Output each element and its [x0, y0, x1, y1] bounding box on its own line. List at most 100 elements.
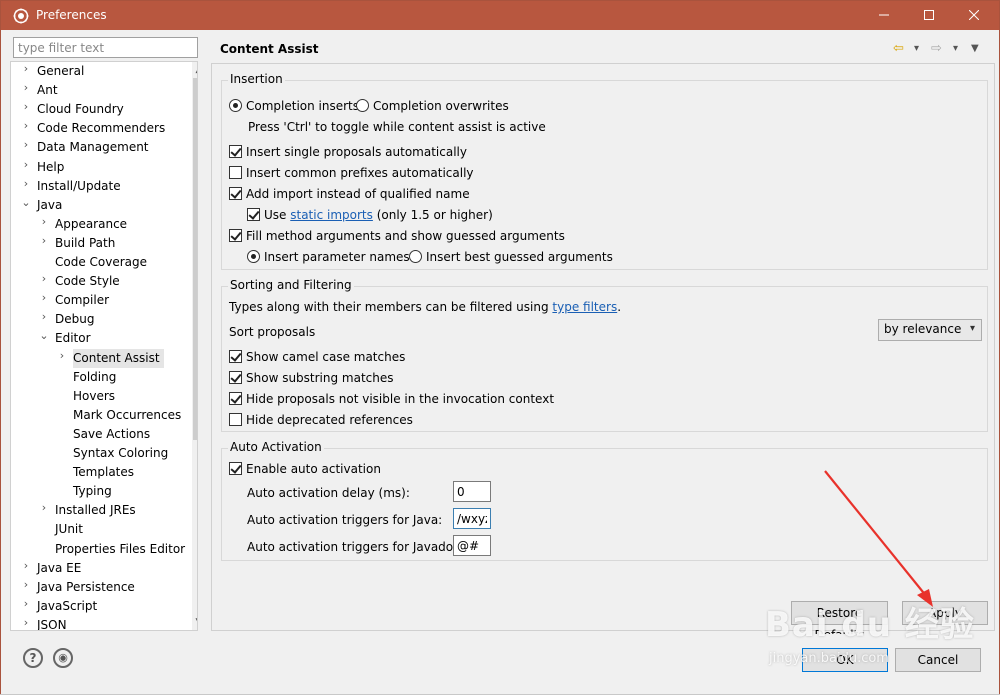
tree-item-compiler[interactable]: Compiler: [55, 291, 113, 310]
record-icon[interactable]: ◉: [53, 648, 73, 668]
tree-scrollbar[interactable]: ▲ ▼: [192, 62, 197, 630]
view-menu-icon[interactable]: ▼: [971, 43, 979, 54]
tree-item-java[interactable]: Java: [37, 196, 66, 215]
tree-item-hovers[interactable]: Hovers: [73, 387, 119, 406]
watermark-url: jingyan.baidu.com: [769, 651, 889, 666]
sort-proposals-select[interactable]: by relevance ▾: [878, 319, 982, 341]
delay-input[interactable]: [453, 481, 491, 502]
tree-item-installed-jres[interactable]: Installed JREs: [55, 501, 140, 520]
back-dropdown-icon[interactable]: ▾: [914, 43, 919, 54]
chevron-right-icon[interactable]: ›: [21, 119, 31, 138]
completion-overwrites-radio[interactable]: Completion overwrites: [356, 98, 509, 114]
tree-item-help[interactable]: Help: [37, 158, 68, 177]
back-icon[interactable]: ⇦: [893, 41, 904, 56]
tree-item-editor[interactable]: Editor: [55, 329, 95, 348]
chevron-right-icon[interactable]: ›: [39, 310, 49, 329]
tree-item-ant[interactable]: Ant: [37, 81, 62, 100]
java-triggers-input[interactable]: [453, 508, 491, 529]
filter-input[interactable]: [13, 37, 198, 58]
tree-item-build-path[interactable]: Build Path: [55, 234, 119, 253]
forward-dropdown-icon[interactable]: ▾: [953, 43, 958, 54]
maximize-button[interactable]: [906, 1, 952, 30]
chevron-right-icon[interactable]: ›: [21, 81, 31, 100]
javadoc-triggers-input[interactable]: [453, 535, 491, 556]
preference-tree[interactable]: ▲ ▼ General › Ant › Cloud Foundry › Code Recom…: [10, 61, 198, 631]
chevron-down-icon[interactable]: ⌄: [21, 196, 31, 215]
chevron-right-icon[interactable]: ›: [21, 559, 31, 578]
checkbox-icon: [229, 145, 242, 158]
minimize-button[interactable]: [861, 1, 907, 30]
sort-proposals-value: by relevance: [884, 322, 962, 336]
type-filters-link[interactable]: type filters: [552, 300, 617, 314]
chevron-right-icon[interactable]: ›: [21, 597, 31, 616]
tree-item-folding[interactable]: Folding: [73, 368, 120, 387]
hide-deprecated-checkbox[interactable]: Hide deprecated references: [229, 412, 413, 428]
tree-item-syntax-coloring[interactable]: Syntax Coloring: [73, 444, 172, 463]
tree-item-java-persistence[interactable]: Java Persistence: [37, 578, 139, 597]
scroll-up-icon[interactable]: ▲: [192, 62, 197, 78]
chevron-right-icon[interactable]: ›: [21, 62, 31, 81]
chevron-right-icon[interactable]: ›: [21, 616, 31, 630]
single-proposals-label: Insert single proposals automatically: [246, 145, 467, 159]
substring-checkbox[interactable]: Show substring matches: [229, 370, 394, 386]
chevron-right-icon[interactable]: ›: [39, 272, 49, 291]
camel-case-label: Show camel case matches: [246, 350, 406, 364]
tree-item-properties-files-editor[interactable]: Properties Files Editor: [55, 540, 189, 559]
chevron-right-icon[interactable]: ›: [21, 158, 31, 177]
fill-method-args-label: Fill method arguments and show guessed a…: [246, 229, 565, 243]
tree-item-mark-occurrences[interactable]: Mark Occurrences: [73, 406, 185, 425]
chevron-right-icon[interactable]: ›: [21, 138, 31, 157]
tree-item-save-actions[interactable]: Save Actions: [73, 425, 154, 444]
sorting-group-label: Sorting and Filtering: [228, 278, 354, 292]
chevron-right-icon[interactable]: ›: [57, 349, 67, 368]
tree-item-code-coverage[interactable]: Code Coverage: [55, 253, 151, 272]
single-proposals-checkbox[interactable]: Insert single proposals automatically: [229, 144, 467, 160]
scroll-thumb[interactable]: [193, 78, 197, 440]
close-button[interactable]: [951, 1, 997, 30]
tree-item-json[interactable]: JSON: [37, 616, 71, 630]
tree-item-content-assist[interactable]: Content Assist: [73, 348, 164, 368]
tree-item-install-update[interactable]: Install/Update: [37, 177, 125, 196]
cancel-button[interactable]: Cancel: [895, 648, 981, 672]
insert-best-guessed-radio[interactable]: Insert best guessed arguments: [409, 249, 613, 265]
tree-item-templates[interactable]: Templates: [73, 463, 138, 482]
tree-item-cloud-foundry[interactable]: Cloud Foundry: [37, 100, 128, 119]
insert-param-names-radio[interactable]: Insert parameter names: [247, 249, 410, 265]
camel-case-checkbox[interactable]: Show camel case matches: [229, 349, 405, 365]
toggle-hint: Press 'Ctrl' to toggle while content ass…: [248, 120, 546, 134]
tree-item-code-recommenders[interactable]: Code Recommenders: [37, 119, 169, 138]
static-imports-link[interactable]: static imports: [290, 208, 373, 222]
tree-item-general[interactable]: General: [37, 62, 88, 81]
common-prefixes-checkbox[interactable]: Insert common prefixes automatically: [229, 165, 474, 181]
tree-item-appearance[interactable]: Appearance: [55, 215, 131, 234]
fill-method-args-checkbox[interactable]: Fill method arguments and show guessed a…: [229, 228, 565, 244]
tree-item-data-management[interactable]: Data Management: [37, 138, 153, 157]
chevron-right-icon[interactable]: ›: [21, 177, 31, 196]
tree-item-typing[interactable]: Typing: [73, 482, 116, 501]
hide-not-visible-checkbox[interactable]: Hide proposals not visible in the invoca…: [229, 391, 554, 407]
enable-auto-activation-checkbox[interactable]: Enable auto activation: [229, 461, 381, 477]
insertion-group-label: Insertion: [228, 72, 285, 86]
tree-item-javascript[interactable]: JavaScript: [37, 597, 101, 616]
completion-inserts-radio[interactable]: Completion inserts: [229, 98, 359, 114]
tree-item-junit[interactable]: JUnit: [55, 520, 87, 539]
chevron-right-icon[interactable]: ›: [39, 501, 49, 520]
chevron-down-icon[interactable]: ⌄: [39, 329, 49, 348]
tree-item-debug[interactable]: Debug: [55, 310, 98, 329]
chevron-right-icon[interactable]: ›: [39, 291, 49, 310]
chevron-right-icon[interactable]: ›: [39, 234, 49, 253]
chevron-right-icon[interactable]: ›: [21, 100, 31, 119]
tree-item-java-ee[interactable]: Java EE: [37, 559, 85, 578]
chevron-right-icon[interactable]: ›: [21, 578, 31, 597]
use-static-imports-checkbox[interactable]: Use static imports (only 1.5 or higher): [247, 207, 493, 223]
watermark-logo: Bai du 经验: [765, 605, 975, 645]
radio-icon: [409, 250, 422, 263]
insert-best-guessed-label: Insert best guessed arguments: [426, 250, 613, 264]
title-bar[interactable]: Preferences: [1, 1, 999, 30]
scroll-down-icon[interactable]: ▼: [192, 614, 197, 630]
chevron-right-icon[interactable]: ›: [39, 215, 49, 234]
add-import-checkbox[interactable]: Add import instead of qualified name: [229, 186, 470, 202]
forward-icon[interactable]: ⇨: [931, 41, 942, 56]
help-icon[interactable]: ?: [23, 648, 43, 668]
tree-item-code-style[interactable]: Code Style: [55, 272, 124, 291]
